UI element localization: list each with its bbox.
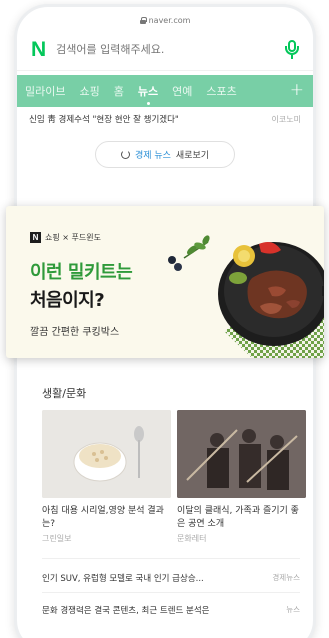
list-item-text: 문화 경쟁력은 결국 콘텐츠, 최근 트렌드 분석은 [42,606,210,616]
url-text: naver.com [148,15,191,25]
tab-home[interactable]: 홈 [114,83,124,99]
ad-headline-2: 처음이지? [30,290,105,311]
divider [42,558,300,559]
url-bar[interactable]: naver.com [17,7,313,29]
herb-icon [183,235,210,259]
tab-live[interactable]: 밀라이브 [25,83,65,99]
mealkit-ad-banner[interactable]: N 쇼핑 × 푸드윈도 이런 밀키트는 처음이지? 깔끔 간편한 쿠킹박스 [6,206,324,358]
headline-text: 신임 靑 경제수석 "현장 현안 잘 챙기겠다" [29,115,179,125]
refresh-icon [120,150,130,159]
card1-source: 그린일보 [42,534,72,543]
tab-shopping[interactable]: 쇼핑 [79,83,99,99]
refresh-button-highlight: 경제 뉴스 [134,151,171,161]
tab-sports[interactable]: 스포츠 [206,83,236,99]
ad-brand-text: 쇼핑 × 푸드윈도 [45,233,101,242]
section-title-life: 생활/문화 [42,387,87,400]
card2-source: 문화레터 [177,534,207,543]
list-item-source: 경제뉴스 [272,573,300,582]
tab-entertainment[interactable]: 연예 [172,83,192,99]
card1-caption[interactable]: 아침 대용 시리얼,영양 분석 결과는? [42,505,166,531]
list-item-text: 인기 SUV, 유럽형 모델로 국내 인기 급상승... [42,574,204,584]
list-item[interactable]: 문화 경쟁력은 결국 콘텐츠, 최근 트렌드 분석은 뉴스 [42,604,300,616]
divider [42,592,300,593]
search-input[interactable] [56,43,275,56]
naver-small-logo: N [30,232,41,243]
add-tab-icon[interactable]: + [290,81,304,99]
refresh-news-button[interactable]: 경제 뉴스 새로보기 [95,141,235,168]
steak-pan-image [168,235,324,358]
ad-brand: N 쇼핑 × 푸드윈도 [30,232,101,243]
ad-subtext: 깔끔 간편한 쿠킹박스 [30,327,120,338]
concert-photo[interactable] [177,410,306,498]
tab-news[interactable]: 뉴스 [138,83,158,105]
headline-row[interactable]: 신임 靑 경제수석 "현장 현안 잘 챙기겠다" 이코노미 [17,107,313,131]
card2-caption[interactable]: 이달의 클래식, 가족과 즐기기 좋은 공연 소개 [177,505,301,531]
ad-headline-1: 이런 밀키트는 [30,262,133,283]
list-item-source: 뉴스 [286,605,300,614]
search-bar: N [17,29,313,71]
naver-logo[interactable]: N [31,38,46,62]
lock-icon [139,16,147,24]
microphone-icon[interactable] [285,39,299,60]
list-item[interactable]: 인기 SUV, 유럽형 모델로 국내 인기 급상승... 경제뉴스 [42,572,300,584]
cereal-photo[interactable] [42,410,171,498]
category-tabs: 밀라이브 쇼핑 홈 뉴스 연예 스포츠 + [17,75,313,107]
refresh-button-label: 새로보기 [175,151,210,161]
headline-source: 이코노미 [271,114,301,124]
